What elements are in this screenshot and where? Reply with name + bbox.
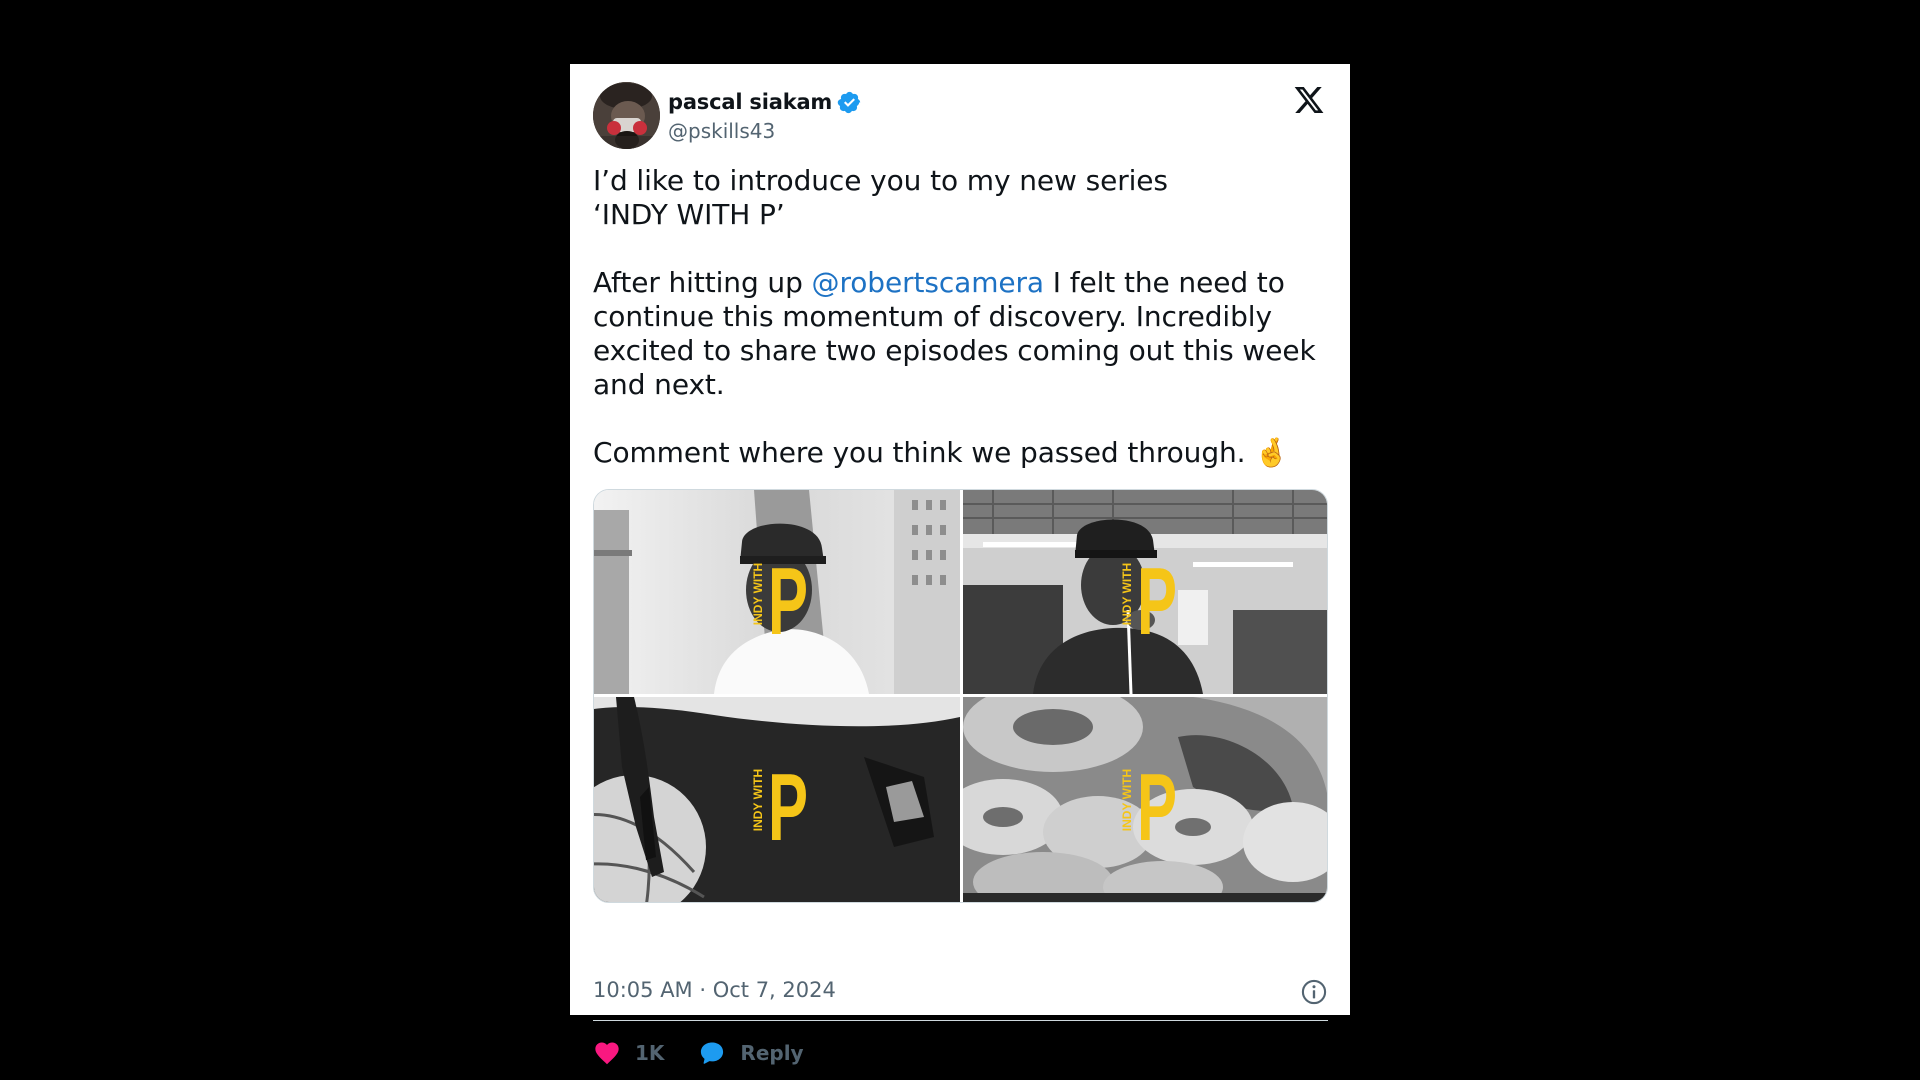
logo-small-text: INDY WITH [1120, 563, 1134, 625]
logo-small-text: INDY WITH [751, 769, 765, 831]
tweet-text-segment: After hitting up [593, 266, 812, 299]
indy-with-p-logo-3: INDY WITH P [751, 760, 808, 840]
display-name-row: pascal siakam [668, 88, 862, 116]
reply-bubble-icon [701, 1042, 724, 1064]
author-avatar[interactable] [593, 82, 660, 149]
reply-button[interactable]: Reply [698, 1039, 804, 1067]
tweet-paragraph-3: Comment where you think we passed throug… [593, 436, 1333, 470]
tweet-line-2: ‘INDY WITH P’ [593, 198, 785, 231]
mention-link[interactable]: @robertscamera [812, 266, 1045, 299]
indy-with-p-logo-4: INDY WITH P [1120, 760, 1177, 840]
reply-label: Reply [740, 1041, 804, 1065]
heart-icon [595, 1042, 619, 1065]
tweet-text-segment: Comment where you think we passed throug… [593, 436, 1255, 469]
logo-big-letter: P [1137, 760, 1177, 840]
logo-big-letter: P [1137, 554, 1177, 634]
likes-count: 1K [635, 1041, 665, 1065]
crossed-fingers-emoji: 🤞 [1254, 436, 1290, 469]
logo-small-text: INDY WITH [1120, 769, 1134, 831]
logo-big-letter: P [768, 554, 808, 634]
logo-small-text: INDY WITH [751, 563, 765, 625]
tweet-header: pascal siakam @pskills43 [593, 82, 1327, 152]
info-icon[interactable] [1300, 978, 1328, 1006]
author-handle[interactable]: @pskills43 [668, 119, 862, 143]
media-grid: INDY WITH P INDY WITH P INDY WITH P INDY… [593, 489, 1328, 903]
indy-with-p-logo-2: INDY WITH P [1120, 554, 1177, 634]
like-button[interactable]: 1K [593, 1039, 664, 1067]
author-display-name[interactable]: pascal siakam [668, 90, 832, 114]
divider [593, 1020, 1328, 1021]
indy-with-p-logo-1: INDY WITH P [751, 554, 808, 634]
tweet-meta: 10:05 AM · Oct 7, 2024 [593, 978, 1328, 1008]
x-logo-icon[interactable] [1293, 84, 1325, 116]
tweet-paragraph-2: After hitting up @robertscamera I felt t… [593, 266, 1333, 402]
tweet-card[interactable]: pascal siakam @pskills43 I’d like to int… [570, 64, 1350, 1065]
author-names: pascal siakam @pskills43 [668, 88, 862, 143]
tweet-line-1: I’d like to introduce you to my new seri… [593, 164, 1168, 197]
tweet-actions: 1K Reply [593, 1036, 838, 1070]
tweet-timestamp[interactable]: 10:05 AM · Oct 7, 2024 [593, 978, 836, 1002]
page-background: pascal siakam @pskills43 I’d like to int… [0, 0, 1920, 1080]
tweet-text: I’d like to introduce you to my new seri… [593, 164, 1333, 470]
logo-big-letter: P [768, 760, 808, 840]
verified-badge-icon [837, 91, 861, 113]
